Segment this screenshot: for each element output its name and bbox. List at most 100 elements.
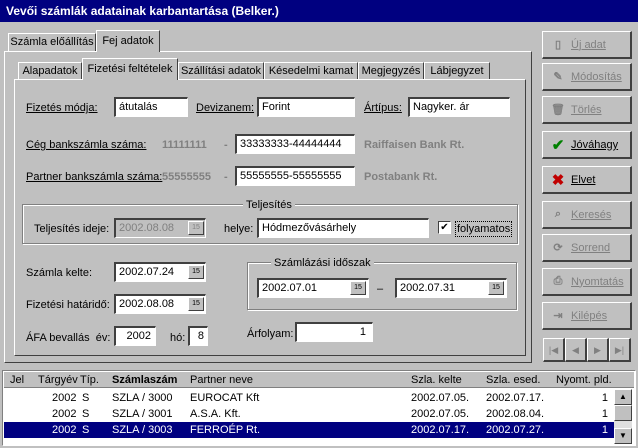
- cell-targyev: 2002: [52, 408, 77, 420]
- grid-header: Jel Tárgyév Típ. Számlaszám Partner neve…: [4, 372, 634, 388]
- trash-icon: 🗑: [551, 104, 565, 116]
- cell-pld: 1: [601, 392, 608, 404]
- teljesites-helye-field[interactable]: Hódmezővásárhely: [257, 218, 429, 238]
- afa-year-field[interactable]: 2002: [114, 326, 156, 346]
- col-szamlaszam[interactable]: Számlaszám: [112, 373, 177, 387]
- col-jel[interactable]: Jel: [10, 373, 24, 387]
- edit-icon: ✎: [553, 71, 563, 83]
- button-label: Jóváhagy: [571, 138, 619, 151]
- cell-pld: 1: [601, 424, 608, 436]
- nyomtatás-button[interactable]: ⎙ Nyomtatás: [542, 268, 632, 296]
- afa-ho-label: hó:: [170, 332, 186, 344]
- col-kelte[interactable]: Szla. kelte: [411, 373, 462, 387]
- kilépés-button[interactable]: ⇥ Kilépés: [542, 302, 632, 330]
- col-esed[interactable]: Szla. esed.: [486, 373, 540, 387]
- first-record-icon[interactable]: |◀: [543, 338, 565, 362]
- button-label: Elvet: [571, 173, 596, 186]
- scroll-down-button[interactable]: ▼: [614, 428, 632, 444]
- tab-fej-adatok[interactable]: Fej adatok: [96, 30, 160, 52]
- partner-bankszamla-label: Partner bankszámla száma:: [26, 171, 163, 183]
- exit-icon: ⇥: [553, 310, 563, 322]
- subtab-szallitasi-adatok[interactable]: Szállítási adatok: [178, 62, 264, 79]
- afa-month-field[interactable]: 8: [188, 326, 208, 346]
- partner-bankszamla-field[interactable]: 55555555-55555555: [235, 166, 355, 186]
- printer-icon: ⎙: [553, 275, 563, 287]
- cell-partner: A.S.A. Kft.: [190, 408, 241, 420]
- partner-bankszamla-prefix: 55555555: [162, 171, 211, 183]
- devizanem-field[interactable]: Forint: [257, 97, 355, 117]
- teljesites-ideje-label: Teljesítés ideje:: [34, 223, 110, 235]
- subtab-kesedelmi-kamat[interactable]: Késedelmi kamat: [264, 62, 358, 79]
- fizetes-modja-field[interactable]: átutalás: [114, 97, 188, 117]
- jóváhagy-button[interactable]: ✔ Jóváhagy: [542, 131, 632, 159]
- ceg-bankszamla-label: Cég bankszámla száma:: [26, 139, 147, 151]
- teljesites-ideje-value: 2002.08.08: [119, 222, 175, 234]
- fizetes-modja-label: Fizetés módja:: [26, 102, 98, 114]
- törlés-button[interactable]: 🗑 Törlés: [542, 96, 632, 124]
- button-label: Kilépés: [571, 309, 608, 322]
- teljesites-group-title: Teljesítés: [243, 198, 295, 212]
- arfolyam-label: Árfolyam:: [247, 328, 294, 340]
- subtab-labjegyzet[interactable]: Lábjegyzet: [424, 62, 490, 79]
- tab-szamla-eloallitas[interactable]: Számla előállítás: [8, 33, 96, 51]
- folyamatos-checkbox[interactable]: ✔: [438, 221, 451, 234]
- artipus-label: Ártípus:: [364, 102, 402, 114]
- cell-tip: S: [82, 392, 90, 404]
- window-title: Vevői számlák adatainak karbantartása (B…: [0, 0, 638, 22]
- col-pld[interactable]: Nyomt. pld.: [556, 373, 612, 387]
- table-row[interactable]: 2002 S SZLA / 3000 EUROCAT Kft 2002.07.05. 20…: [4, 390, 614, 406]
- search-icon: ⌕: [554, 208, 562, 220]
- cell-tip: S: [82, 408, 90, 420]
- módosítás-button[interactable]: ✎ Módosítás: [542, 63, 632, 91]
- cell-partner: EUROCAT Kft: [190, 392, 260, 404]
- sorrend-button[interactable]: ⟳ Sorrend: [542, 234, 632, 262]
- cell-esed: 2002.07.17.: [486, 392, 545, 404]
- calendar-icon: 15: [188, 221, 204, 235]
- button-label: Keresés: [571, 208, 612, 221]
- arfolyam-field[interactable]: 1: [295, 322, 373, 342]
- új-adat-button[interactable]: ▯ Új adat: [542, 31, 632, 59]
- teljesites-helye-label: helye:: [224, 223, 254, 235]
- cell-szamlaszam: SZLA / 3003: [112, 424, 173, 436]
- cell-targyev: 2002: [52, 424, 77, 436]
- cell-partner: FERROÉP Rt.: [190, 424, 261, 436]
- col-targyev[interactable]: Tárgyév: [38, 373, 78, 387]
- prev-record-icon[interactable]: ◀: [565, 338, 587, 362]
- subtab-megjegyzes[interactable]: Megjegyzés: [358, 62, 424, 79]
- button-label: Sorrend: [571, 241, 611, 254]
- calendar-icon[interactable]: 15: [488, 281, 504, 295]
- record-navigator: |◀ ◀ ▶ ▶|: [543, 338, 631, 362]
- subtab-alapadatok[interactable]: Alapadatok: [18, 62, 82, 79]
- partner-bank-name: Postabank Rt.: [364, 171, 438, 183]
- cell-kelte: 2002.07.17.: [411, 424, 470, 436]
- szamla-kelte-label: Számla kelte:: [26, 267, 93, 279]
- cell-targyev: 2002: [52, 392, 77, 404]
- folyamatos-label: folyamatos: [455, 221, 513, 237]
- button-label: Nyomtatás: [571, 275, 624, 288]
- calendar-icon[interactable]: 15: [350, 281, 366, 295]
- ceg-bank-name: Raiffaisen Bank Rt.: [364, 139, 465, 151]
- col-tip[interactable]: Típ.: [80, 373, 99, 387]
- calendar-icon[interactable]: 15: [188, 265, 204, 279]
- fizetesi-hatarido-label: Fizetési határidő:: [26, 299, 110, 311]
- subtab-fizetesi-feltetelek[interactable]: Fizetési feltételek: [82, 58, 178, 80]
- calendar-icon[interactable]: 15: [188, 297, 204, 311]
- partner-bankszamla-dash: -: [224, 171, 228, 183]
- scroll-up-button[interactable]: ▲: [614, 389, 632, 405]
- table-row[interactable]: 2002 S SZLA / 3003 FERROÉP Rt. 2002.07.17. 20…: [4, 422, 614, 438]
- cell-kelte: 2002.07.05.: [411, 408, 470, 420]
- keresés-button[interactable]: ⌕ Keresés: [542, 201, 632, 229]
- sort-icon: ⟳: [553, 242, 563, 254]
- scroll-thumb[interactable]: [614, 405, 632, 421]
- ceg-bankszamla-field[interactable]: 33333333-44444444: [235, 134, 355, 154]
- last-record-icon[interactable]: ▶|: [609, 338, 631, 362]
- devizanem-label: Devizanem:: [196, 102, 255, 114]
- col-partner[interactable]: Partner neve: [190, 373, 253, 387]
- table-row[interactable]: 2002 S SZLA / 3001 A.S.A. Kft. 2002.07.05. 20…: [4, 406, 614, 422]
- next-record-icon[interactable]: ▶: [587, 338, 609, 362]
- cell-tip: S: [82, 424, 90, 436]
- artipus-field[interactable]: Nagyker. ár: [408, 97, 510, 117]
- button-label: Törlés: [571, 103, 602, 116]
- elvet-button[interactable]: ✖ Elvet: [542, 166, 632, 194]
- cell-kelte: 2002.07.05.: [411, 392, 470, 404]
